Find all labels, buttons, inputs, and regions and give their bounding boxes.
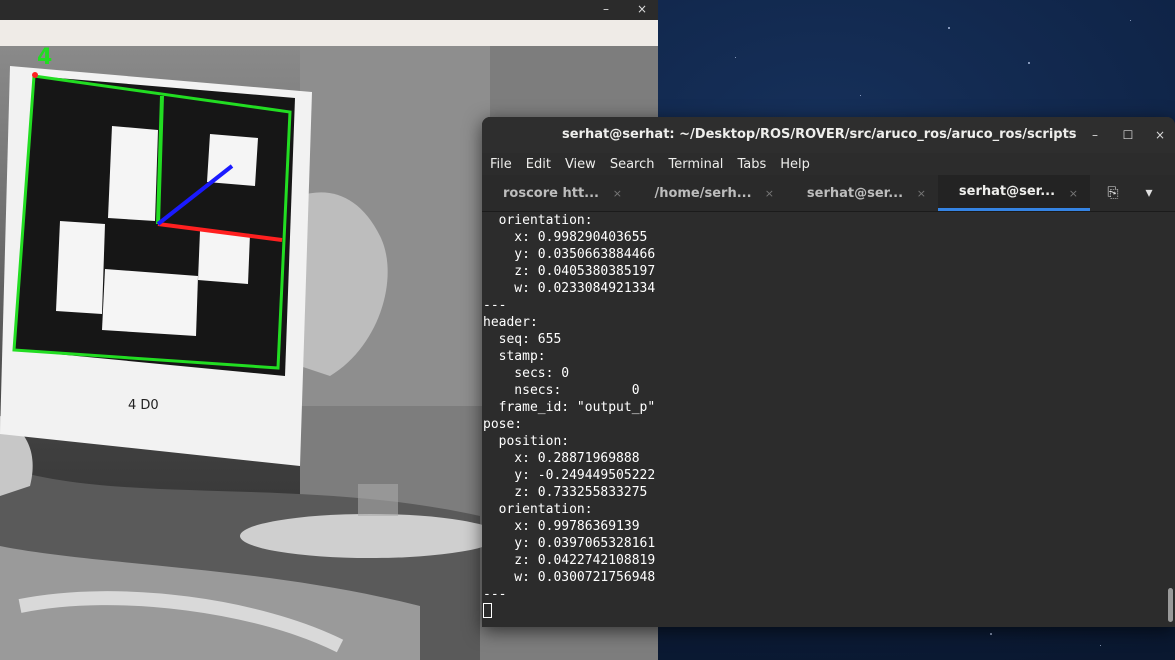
terminal-line: w: 0.0300721756948 <box>514 570 656 585</box>
marker-cell <box>198 231 250 284</box>
glass <box>358 484 398 516</box>
terminal-title: serhat@serhat: ~/Desktop/ROS/ROVER/src/a… <box>562 127 1077 142</box>
camera-window-titlebar: – × <box>0 0 658 20</box>
tab-serhat-active[interactable]: serhat@ser... × <box>938 175 1090 211</box>
tab-home[interactable]: /home/serh... × <box>634 175 786 211</box>
corner-dot <box>32 72 38 78</box>
star <box>990 633 992 635</box>
tab-close-icon[interactable]: × <box>613 187 622 200</box>
menu-search[interactable]: Search <box>610 157 655 172</box>
menu-view[interactable]: View <box>565 157 596 172</box>
scrollbar[interactable] <box>1165 212 1175 627</box>
terminal-output[interactable]: orientation: x: 0.998290403655 y: 0.0350… <box>482 212 1165 627</box>
tab-label: serhat@ser... <box>806 185 904 201</box>
tab-label: /home/serh... <box>654 185 752 201</box>
terminal-titlebar[interactable]: serhat@serhat: ~/Desktop/ROS/ROVER/src/a… <box>482 117 1175 153</box>
new-tab-icon[interactable]: ⎘ <box>1095 175 1131 211</box>
terminal-line: --- <box>483 298 507 313</box>
terminal-line: nsecs: 0 <box>514 383 640 398</box>
close-button[interactable]: × <box>637 2 647 16</box>
terminal-line: w: 0.0233084921334 <box>514 281 656 296</box>
terminal-text: orientation: x: 0.998290403655 y: 0.0350… <box>483 212 1165 620</box>
terminal-line: x: 0.99786369139 <box>514 519 640 534</box>
terminal-cursor <box>483 603 492 618</box>
menu-tabs[interactable]: Tabs <box>737 157 766 172</box>
tab-serhat-1[interactable]: serhat@ser... × <box>786 175 938 211</box>
terminal-line: orientation: <box>498 213 593 228</box>
marker-cell <box>108 126 158 221</box>
terminal-line: x: 0.28871969888 <box>514 451 640 466</box>
menu-bar: File Edit View Search Terminal Tabs Help <box>482 153 1175 175</box>
star <box>1100 645 1101 646</box>
terminal-line: x: 0.998290403655 <box>514 230 648 245</box>
terminal-line: secs: 0 <box>514 366 570 381</box>
terminal-line: header: <box>483 315 538 330</box>
star <box>1130 20 1131 21</box>
tab-bar: roscore htt... × /home/serh... × serhat@… <box>482 175 1175 212</box>
marker-id-label: 4 <box>37 46 52 70</box>
camera-window-toolbar <box>0 20 658 47</box>
marker-cell <box>56 221 105 314</box>
terminal-line: z: 0.0422742108819 <box>514 553 656 568</box>
terminal-line: --- <box>483 587 507 602</box>
plate <box>240 514 500 558</box>
terminal-line: z: 0.733255833275 <box>514 485 648 500</box>
terminal-line: position: <box>498 434 570 449</box>
terminal-line: orientation: <box>498 502 593 517</box>
scrollbar-thumb[interactable] <box>1168 588 1173 622</box>
close-button[interactable]: × <box>1151 126 1169 144</box>
tab-close-icon[interactable]: × <box>917 187 926 200</box>
marker-cell <box>102 269 198 336</box>
star <box>735 57 736 58</box>
terminal-line: y: 0.0350663884466 <box>514 247 656 262</box>
paper-caption: 4 D0 <box>128 398 159 413</box>
terminal-line: frame_id: "output_p" <box>498 400 656 415</box>
tab-label: serhat@ser... <box>958 184 1056 199</box>
tab-label: roscore htt... <box>503 185 599 201</box>
maximize-button[interactable]: ☐ <box>1119 126 1137 144</box>
tab-menu-icon[interactable]: ▾ <box>1131 175 1167 211</box>
minimize-button[interactable]: – <box>1086 126 1104 144</box>
terminal-line: stamp: <box>498 349 546 364</box>
minimize-button[interactable]: – <box>603 2 609 16</box>
menu-edit[interactable]: Edit <box>526 157 551 172</box>
menu-help[interactable]: Help <box>780 157 810 172</box>
menu-terminal[interactable]: Terminal <box>668 157 723 172</box>
terminal-window: serhat@serhat: ~/Desktop/ROS/ROVER/src/a… <box>482 117 1175 627</box>
star <box>1028 62 1030 64</box>
tab-close-icon[interactable]: × <box>765 187 774 200</box>
tab-close-icon[interactable]: × <box>1069 187 1078 200</box>
terminal-line: pose: <box>483 417 523 432</box>
terminal-line: y: -0.249449505222 <box>514 468 656 483</box>
star <box>860 95 861 96</box>
tab-roscore[interactable]: roscore htt... × <box>482 175 634 211</box>
menu-file[interactable]: File <box>490 157 512 172</box>
terminal-line: y: 0.0397065328161 <box>514 536 656 551</box>
terminal-line: seq: 655 <box>498 332 562 347</box>
star <box>948 27 950 29</box>
terminal-line: z: 0.0405380385197 <box>514 264 656 279</box>
